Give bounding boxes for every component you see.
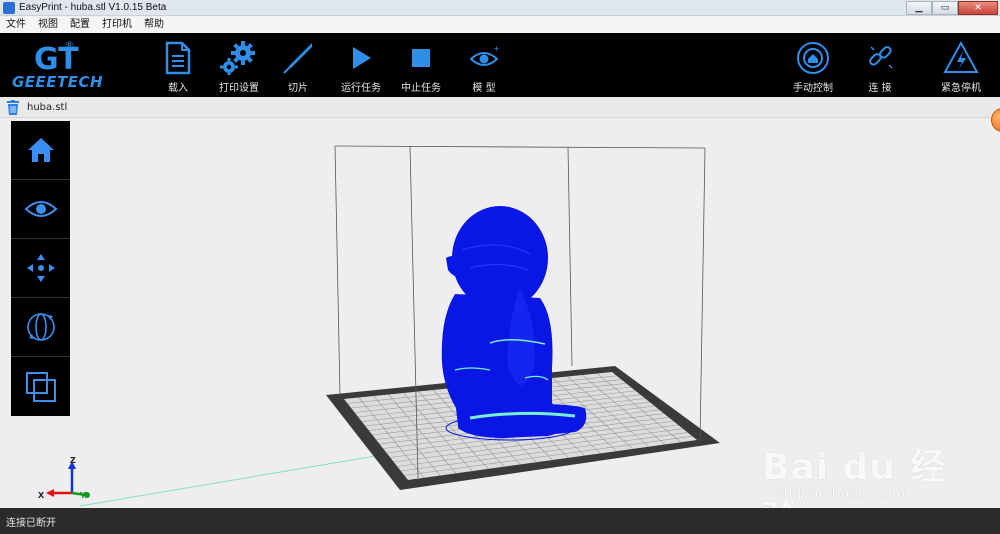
home-circle-icon	[797, 42, 829, 74]
knife-icon	[283, 43, 312, 74]
svg-text:+: +	[493, 44, 499, 53]
eye-icon	[24, 201, 57, 217]
svg-text:®: ®	[64, 39, 75, 52]
trash-icon[interactable]	[7, 99, 19, 115]
view-button[interactable]	[11, 180, 70, 239]
document-icon	[165, 41, 191, 75]
main-toolbar: GT ® GEEETECH 载入 打印设置 切片 运行任务 中止任务 + 模 型…	[0, 33, 1000, 97]
axis-z-label: Z	[70, 456, 76, 465]
file-tab-strip: huba.stl	[0, 97, 1000, 118]
menu-view[interactable]: 视图	[38, 17, 58, 33]
easyprint-window: EasyPrint - huba.stl V1.0.15 Beta ▁ ▭ ✕ …	[0, 0, 1000, 534]
connect-button[interactable]: 连 接	[862, 33, 898, 97]
move-button[interactable]	[11, 239, 70, 298]
menu-help[interactable]: 帮助	[144, 17, 164, 33]
home-view-button[interactable]	[11, 121, 70, 180]
link-icon	[869, 46, 893, 69]
slice-button[interactable]: 切片	[280, 33, 316, 97]
rotate-button[interactable]	[11, 298, 70, 357]
home-icon	[27, 138, 54, 162]
close-button[interactable]: ✕	[958, 1, 998, 15]
title-bar: EasyPrint - huba.stl V1.0.15 Beta ▁ ▭ ✕	[0, 0, 1000, 16]
watermark-url: jingyan.baidu.com	[776, 486, 906, 502]
scale-button[interactable]	[11, 357, 70, 416]
menu-config[interactable]: 配置	[70, 17, 90, 33]
baidu-watermark: Bai du 经验 jingyan.baidu.com	[762, 428, 982, 534]
scale-icon	[25, 371, 56, 402]
menu-file[interactable]: 文件	[6, 17, 26, 33]
load-button[interactable]: 载入	[158, 33, 198, 97]
connection-status: 连接已断开	[6, 517, 56, 529]
rotate-icon	[26, 313, 55, 341]
window-controls: ▁ ▭ ✕	[906, 0, 998, 16]
emergency-stop-button[interactable]: 紧急停机	[934, 33, 988, 97]
geeetech-logo: GT ® GEEETECH	[8, 37, 104, 95]
print-settings-button[interactable]: 打印设置	[214, 33, 264, 97]
axis-y-label: Y	[80, 491, 86, 500]
manual-control-button[interactable]: 手动控制	[786, 33, 840, 97]
menu-bar: 文件 视图 配置 打印机 帮助	[0, 17, 1000, 33]
stop-icon	[412, 49, 430, 67]
play-icon	[353, 47, 371, 69]
run-task-button[interactable]: 运行任务	[336, 33, 386, 97]
loaded-file-name[interactable]: huba.stl	[27, 102, 67, 113]
move-arrows-icon	[26, 254, 55, 282]
gears-icon	[220, 41, 255, 75]
menu-printer[interactable]: 打印机	[102, 17, 132, 33]
warning-bolt-icon	[943, 41, 979, 73]
axis-x-label: X	[38, 491, 45, 500]
model-button[interactable]: + 模 型	[466, 33, 502, 97]
status-bar: 连接已断开	[0, 508, 1000, 534]
minimize-button[interactable]: ▁	[906, 1, 932, 15]
eye-icon: +	[469, 44, 499, 66]
stop-task-button[interactable]: 中止任务	[396, 33, 446, 97]
app-icon	[3, 1, 15, 14]
view-tools-panel	[11, 121, 70, 416]
logo-text: GEEETECH	[12, 73, 104, 91]
window-title: EasyPrint - huba.stl V1.0.15 Beta	[19, 2, 167, 13]
maximize-button[interactable]: ▭	[932, 1, 958, 15]
